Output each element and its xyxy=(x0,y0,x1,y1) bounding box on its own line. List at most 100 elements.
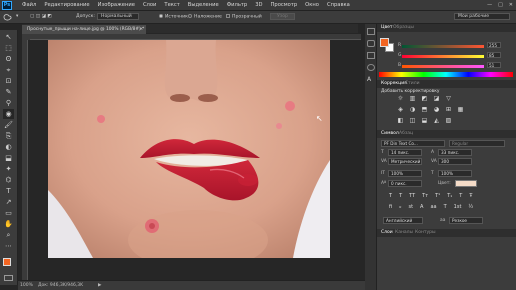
tab-adjustments[interactable]: Коррекция xyxy=(381,81,407,86)
small-caps-button[interactable]: Tт xyxy=(422,193,428,199)
color-lookup-icon[interactable]: ▦ xyxy=(456,106,465,114)
path-selection-tool-icon[interactable]: ▭ xyxy=(3,208,14,218)
invert-icon[interactable]: ◧ xyxy=(396,117,405,125)
tab-paragraph[interactable]: Абзац xyxy=(399,131,413,136)
eyedropper-tool-icon[interactable]: ✎ xyxy=(3,87,14,97)
ligatures-button[interactable]: fi xyxy=(389,204,392,210)
info-icon[interactable] xyxy=(367,52,375,59)
menu-layers[interactable]: Слои xyxy=(143,2,156,8)
hand-tool-icon[interactable]: ⌕ xyxy=(3,230,14,240)
gradient-tool-icon[interactable]: ✦ xyxy=(3,164,14,174)
menu-image[interactable]: Изображение xyxy=(98,2,135,8)
swash-button[interactable]: A xyxy=(420,204,423,210)
selection-mode-icons[interactable]: ▢ ◫ ◪ ◩ xyxy=(30,14,52,19)
superscript-button[interactable]: T¹ xyxy=(435,193,440,199)
green-slider[interactable] xyxy=(402,55,484,58)
tab-character[interactable]: Символ xyxy=(381,131,399,136)
tab-layers[interactable]: Слои xyxy=(381,230,393,235)
gradient-map-icon[interactable]: ◭ xyxy=(432,117,441,125)
green-value[interactable]: 85 xyxy=(487,52,501,58)
text-color-swatch[interactable] xyxy=(455,180,477,187)
channel-mixer-icon[interactable]: ⊞ xyxy=(444,106,453,114)
font-family-dropdown[interactable]: PF Din Text Co... xyxy=(381,140,445,147)
titling-button[interactable]: aa xyxy=(430,204,436,210)
menu-filter[interactable]: Фильтр xyxy=(227,2,248,8)
red-slider[interactable] xyxy=(402,45,484,48)
menu-view[interactable]: Просмотр xyxy=(271,2,298,8)
selective-color-icon[interactable]: ▨ xyxy=(444,117,453,125)
exposure-icon[interactable]: ◪ xyxy=(432,95,441,103)
history-icon[interactable] xyxy=(367,28,375,35)
baseline-field[interactable]: 0 пикс. xyxy=(388,180,422,187)
tab-styles[interactable]: Стили xyxy=(405,81,420,86)
tab-color[interactable]: Цвет xyxy=(381,25,393,30)
hue-saturation-icon[interactable]: ◈ xyxy=(396,106,405,114)
menu-edit[interactable]: Редактирование xyxy=(44,2,89,8)
quick-mask-icon[interactable] xyxy=(4,275,13,281)
menu-3d[interactable]: 3D xyxy=(255,2,262,8)
brush-tool-icon[interactable]: 🖌 xyxy=(3,120,14,130)
leading-field[interactable]: 33 пикс. xyxy=(438,149,472,156)
history-brush-tool-icon[interactable]: ◐ xyxy=(3,142,14,152)
vertical-scale-field[interactable]: 100% xyxy=(388,170,422,177)
brush-preset-icon[interactable] xyxy=(367,64,375,71)
character-icon[interactable]: A xyxy=(367,76,375,83)
strikethrough-button[interactable]: Ŧ xyxy=(469,193,472,199)
transparent-checkbox[interactable]: Прозрачный xyxy=(226,14,262,20)
patch-tool-active-icon[interactable]: ◉ xyxy=(3,109,14,119)
properties-icon[interactable] xyxy=(367,40,375,47)
font-style-dropdown[interactable]: Regular xyxy=(449,140,505,147)
contextual-button[interactable]: ½ xyxy=(468,204,473,210)
color-balance-icon[interactable]: ◑ xyxy=(408,106,417,114)
red-value[interactable]: 255 xyxy=(487,42,501,48)
close-tab-icon[interactable]: × xyxy=(139,25,143,34)
underline-button[interactable]: T xyxy=(459,193,462,199)
tab-paths[interactable]: Контуры xyxy=(415,230,436,235)
tab-channels[interactable]: Каналы xyxy=(395,230,413,235)
font-size-field[interactable]: 14 пикс. xyxy=(388,149,422,156)
mode-dropdown[interactable]: Нормальный xyxy=(97,13,139,20)
eraser-tool-icon[interactable]: ⬓ xyxy=(3,153,14,163)
menu-help[interactable]: Справка xyxy=(327,2,350,8)
stylistic-alternates-button[interactable]: st xyxy=(408,204,413,210)
tool-preset-dropdown[interactable]: ▾ xyxy=(16,14,18,19)
color-foreground-swatch[interactable] xyxy=(380,38,389,47)
zoom-level[interactable]: 100% xyxy=(20,283,33,288)
close-window-button[interactable]: ✕ xyxy=(509,2,513,8)
tab-swatches[interactable]: Образцы xyxy=(393,25,414,30)
minimize-button[interactable]: — xyxy=(487,2,492,8)
type-tool-icon[interactable]: ↗ xyxy=(3,197,14,207)
posterize-icon[interactable]: ◫ xyxy=(408,117,417,125)
pen-tool-icon[interactable]: T xyxy=(3,186,14,196)
crop-tool-icon[interactable]: ⊡ xyxy=(3,76,14,86)
levels-icon[interactable]: ▥ xyxy=(408,95,417,103)
dodge-tool-icon[interactable]: ⌬ xyxy=(3,175,14,185)
fractions-button[interactable]: 1st xyxy=(454,204,462,210)
black-white-icon[interactable]: ⬒ xyxy=(420,106,429,114)
discretionary-ligatures-button[interactable]: ℴ xyxy=(399,204,401,210)
vibrance-icon[interactable]: ▽ xyxy=(444,95,453,103)
healing-brush-tool-icon[interactable]: ⚲ xyxy=(3,98,14,108)
quick-select-tool-icon[interactable]: ⌖ xyxy=(3,65,14,75)
menu-type[interactable]: Текст xyxy=(164,2,179,8)
photo-filter-icon[interactable]: ◕ xyxy=(432,106,441,114)
clone-stamp-tool-icon[interactable]: ⎘ xyxy=(3,131,14,141)
source-radio[interactable]: Источник xyxy=(159,14,188,20)
curves-icon[interactable]: ◩ xyxy=(420,95,429,103)
faux-italic-button[interactable]: T xyxy=(399,193,402,199)
language-dropdown[interactable]: Английский xyxy=(383,217,423,224)
shape-tool-icon[interactable]: ✋ xyxy=(3,219,14,229)
all-caps-button[interactable]: TT xyxy=(409,193,415,199)
brightness-contrast-icon[interactable]: ☼ xyxy=(396,95,405,103)
document-tab[interactable]: Проснутые_прыщи на-лице.jpg @ 100% (RGB/… xyxy=(22,25,146,34)
blue-value[interactable]: 51 xyxy=(487,62,501,68)
move-tool-icon[interactable]: ↖ xyxy=(3,32,14,42)
marquee-tool-icon[interactable]: ⬚ xyxy=(3,43,14,53)
menu-select[interactable]: Выделение xyxy=(188,2,219,8)
blue-slider[interactable] xyxy=(402,65,484,68)
anti-alias-dropdown[interactable]: Резкое xyxy=(449,217,483,224)
status-arrow-icon[interactable]: ▶ xyxy=(98,283,101,288)
destination-radio[interactable]: Наложение xyxy=(188,14,222,20)
threshold-icon[interactable]: ⬓ xyxy=(420,117,429,125)
kerning-field[interactable]: Метрический xyxy=(388,158,422,165)
